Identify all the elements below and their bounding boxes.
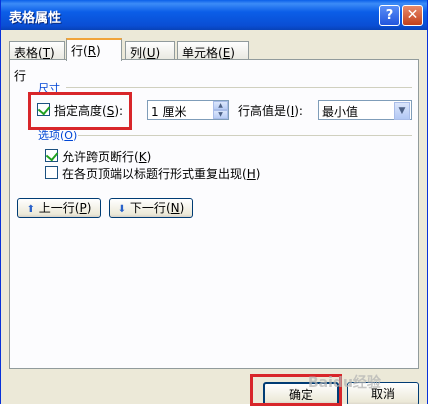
access-key: R [87,44,97,58]
tab-label: 列 [130,46,143,60]
repeat-header-checkbox[interactable] [45,166,58,179]
tab-label: 单元格 [182,46,219,60]
access-key: H [246,167,256,181]
arrow-down-icon: ⬇ [117,204,127,215]
next-row-button[interactable]: ⬇ 下一行(N) [109,198,193,218]
access-key: K [138,150,147,164]
selected-value: 最小值 [322,105,359,119]
window-title: 表格属性 [9,11,62,26]
label-text: 行高值是 [238,104,287,118]
arrow-up-icon: ⬆ [26,204,35,215]
checkmark-icon [45,148,59,162]
spin-up-icon[interactable]: ▲ [213,101,228,110]
label-text: 选项 [38,129,60,142]
access-key: E [222,46,231,60]
title-bar[interactable]: 表格属性 ? ✕ [1,0,427,30]
chevron-down-icon[interactable]: ▼ [394,102,410,120]
tab-label: 行 [71,44,84,58]
row-height-is-label: 行高值是(I): [238,104,303,118]
height-value: 1 厘米 [151,105,187,119]
size-divider [66,87,412,88]
section-title: 行 [14,69,27,83]
button-label: 上一行 [38,201,75,215]
tab-label: 表格 [14,46,39,60]
close-icon: ✕ [406,7,419,23]
question-icon: ? [385,8,394,23]
tab-column[interactable]: 列(U) [125,41,175,60]
close-button[interactable]: ✕ [402,5,423,26]
row-height-mode-select[interactable]: 最小值 ▼ [318,100,412,120]
access-key: U [146,46,156,60]
watermark: Baidu经验 [308,375,381,391]
button-label: 下一行 [129,201,166,215]
table-properties-dialog: 表格属性 ? ✕ 表格(T) 行(R) 列(U) 单元格(E) 行 尺寸 指定高… [0,0,428,404]
highlight-box-specify-height [28,92,132,130]
label-text: 在各页顶端以标题行形式重复出现 [62,167,243,181]
tab-table[interactable]: 表格(T) [9,41,65,60]
spin-down-icon[interactable]: ▼ [213,110,228,119]
allow-break-checkbox[interactable] [45,148,59,162]
access-key: T [42,46,51,60]
access-key: P [79,201,87,215]
repeat-header-label: 在各页顶端以标题行形式重复出现(H) [62,167,261,181]
height-spinner[interactable]: ▲ ▼ [213,101,228,119]
access-key: I [290,104,295,118]
previous-row-button[interactable]: ⬆ 上一行(P) [17,198,101,218]
tab-row[interactable]: 行(R) [66,38,122,61]
allow-break-label: 允许跨页断行(K) [62,150,152,164]
options-divider [78,135,412,136]
tab-cell[interactable]: 单元格(E) [177,41,249,60]
label-text: 允许跨页断行 [62,150,135,164]
access-key: N [170,201,180,215]
help-button[interactable]: ? [379,5,400,26]
access-key: O [64,129,73,142]
